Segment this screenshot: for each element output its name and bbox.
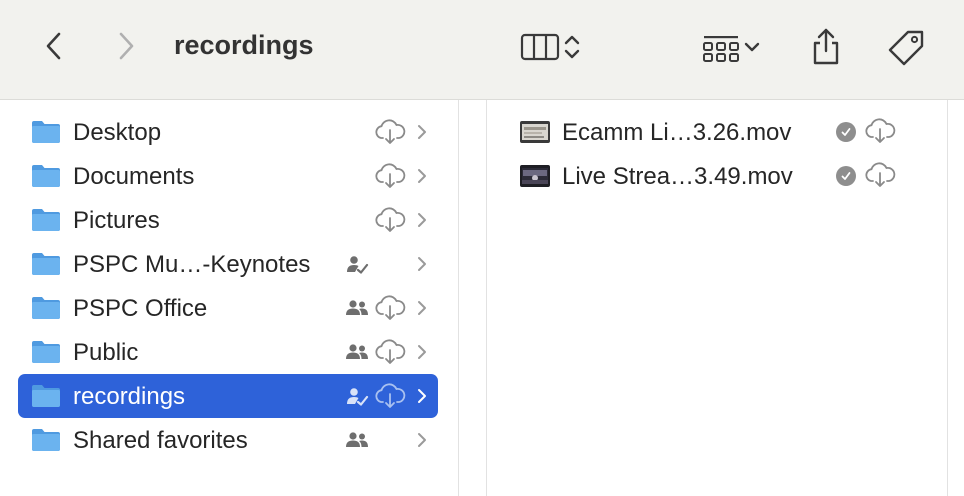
column-view-icon bbox=[520, 33, 560, 61]
sidebar-item[interactable]: PSPC Office bbox=[18, 286, 438, 330]
share-icon bbox=[813, 28, 839, 65]
file-item[interactable]: Ecamm Li…3.26.mov bbox=[518, 110, 918, 154]
downloaded-check-icon bbox=[836, 122, 856, 142]
file-item[interactable]: Live Strea…3.49.mov bbox=[518, 154, 918, 198]
icloud-download-icon bbox=[865, 162, 896, 187]
forward-button[interactable] bbox=[108, 28, 144, 64]
file-item-label: Live Strea…3.49.mov bbox=[562, 163, 793, 190]
sidebar-item-label: Shared favorites bbox=[73, 427, 248, 454]
chevron-right-icon bbox=[418, 345, 426, 359]
window-title: recordings bbox=[174, 30, 314, 60]
updown-chevron-icon bbox=[564, 35, 580, 59]
chevron-right-icon bbox=[418, 169, 426, 183]
sidebar-item[interactable]: Shared favorites bbox=[18, 418, 438, 462]
chevron-right-icon bbox=[119, 32, 134, 60]
sidebar-item-label: PSPC Mu…-Keynotes bbox=[73, 251, 311, 278]
file-item-label: Ecamm Li…3.26.mov bbox=[562, 119, 792, 146]
sidebar-item[interactable]: recordings bbox=[18, 374, 438, 418]
sidebar-item-label: PSPC Office bbox=[73, 295, 208, 322]
group-button[interactable] bbox=[694, 28, 770, 66]
view-mode-button[interactable] bbox=[510, 28, 590, 66]
icloud-download-icon bbox=[375, 163, 406, 188]
folder-icon bbox=[32, 121, 60, 143]
sidebar-item[interactable]: PSPC Mu…-Keynotes bbox=[18, 242, 438, 286]
shared-people-icon bbox=[346, 300, 368, 315]
icloud-download-icon bbox=[375, 339, 406, 364]
shared-people-icon bbox=[346, 344, 368, 359]
sidebar-item-label: Documents bbox=[73, 163, 195, 190]
folder-icon bbox=[32, 209, 60, 231]
tag-button[interactable] bbox=[884, 26, 928, 70]
chevron-right-icon bbox=[418, 213, 426, 227]
chevron-left-icon bbox=[46, 32, 61, 60]
sidebar-item-label: Desktop bbox=[73, 119, 162, 146]
icloud-download-icon bbox=[375, 295, 406, 320]
shared-by-me-icon bbox=[347, 256, 369, 274]
sidebar-item[interactable]: Desktop bbox=[18, 110, 438, 154]
folder-icon bbox=[32, 385, 60, 407]
icloud-download-icon bbox=[865, 118, 896, 143]
sidebar-item[interactable]: Public bbox=[18, 330, 438, 374]
chevron-right-icon bbox=[418, 433, 426, 447]
chevron-right-icon bbox=[418, 301, 426, 315]
folder-icon bbox=[32, 297, 60, 319]
icloud-download-icon bbox=[375, 383, 406, 408]
folder-icon bbox=[32, 341, 60, 363]
folder-icon bbox=[32, 429, 60, 451]
sidebar-item-label: Pictures bbox=[73, 207, 160, 234]
chevron-right-icon bbox=[418, 389, 426, 403]
shared-by-me-icon bbox=[347, 388, 369, 406]
chevron-down-icon bbox=[744, 42, 760, 52]
sidebar-item-label: recordings bbox=[73, 383, 186, 410]
chevron-right-icon bbox=[418, 257, 426, 271]
video-thumbnail-icon bbox=[520, 121, 550, 143]
folder-icon bbox=[32, 165, 60, 187]
icloud-download-icon bbox=[375, 207, 406, 232]
group-grid-icon bbox=[703, 36, 739, 62]
icloud-download-icon bbox=[375, 119, 406, 144]
downloaded-check-icon bbox=[836, 166, 856, 186]
sidebar-item[interactable]: Pictures bbox=[18, 198, 438, 242]
video-thumbnail-icon bbox=[520, 165, 550, 187]
sidebar-item-label: Public bbox=[73, 339, 139, 366]
chevron-right-icon bbox=[418, 125, 426, 139]
share-button[interactable] bbox=[806, 24, 846, 68]
back-button[interactable] bbox=[36, 28, 72, 64]
tag-icon bbox=[888, 30, 924, 66]
shared-people-icon bbox=[346, 432, 368, 447]
toolbar: recordings bbox=[0, 0, 964, 100]
folder-icon bbox=[32, 253, 60, 275]
sidebar-item[interactable]: Documents bbox=[18, 154, 438, 198]
